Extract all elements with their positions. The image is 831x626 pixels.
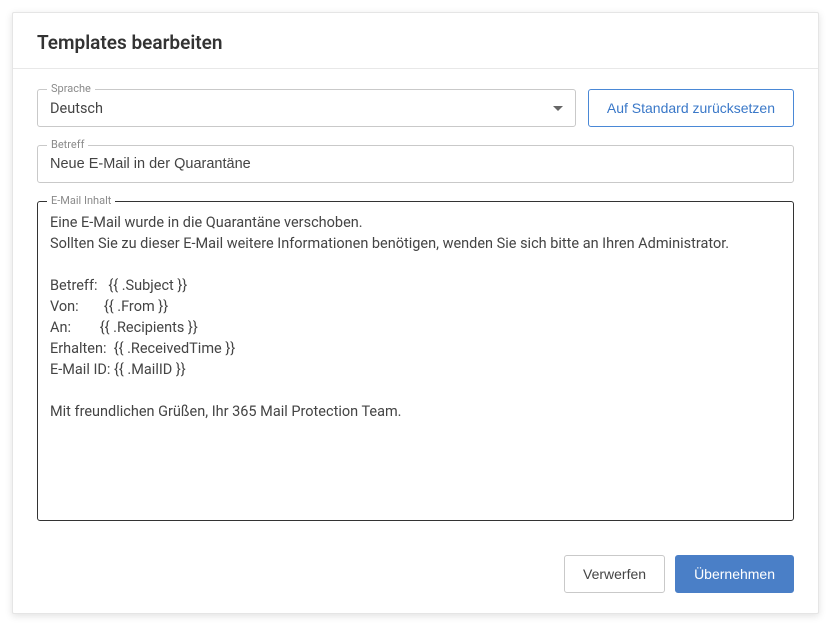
- subject-input[interactable]: [37, 145, 794, 183]
- reset-to-default-button[interactable]: Auf Standard zurücksetzen: [588, 89, 794, 127]
- language-field: Sprache Deutsch: [37, 89, 576, 127]
- edit-templates-dialog: Templates bearbeiten Sprache Deutsch Auf…: [12, 12, 819, 614]
- language-select[interactable]: Deutsch: [37, 89, 576, 127]
- chevron-down-icon: [553, 106, 563, 111]
- apply-button[interactable]: Übernehmen: [675, 555, 794, 593]
- email-content-textarea[interactable]: [37, 201, 794, 521]
- subject-label: Betreff: [47, 138, 88, 151]
- subject-field: Betreff: [37, 145, 794, 183]
- language-value: Deutsch: [50, 100, 103, 117]
- email-content-field: E-Mail Inhalt: [37, 201, 794, 521]
- dialog-title: Templates bearbeiten: [37, 31, 794, 54]
- language-label: Sprache: [47, 82, 95, 95]
- dialog-footer: Verwerfen Übernehmen: [13, 541, 818, 613]
- dialog-body: Sprache Deutsch Auf Standard zurücksetze…: [13, 69, 818, 541]
- dialog-header: Templates bearbeiten: [13, 13, 818, 69]
- discard-button[interactable]: Verwerfen: [564, 555, 665, 593]
- email-content-label: E-Mail Inhalt: [47, 194, 115, 207]
